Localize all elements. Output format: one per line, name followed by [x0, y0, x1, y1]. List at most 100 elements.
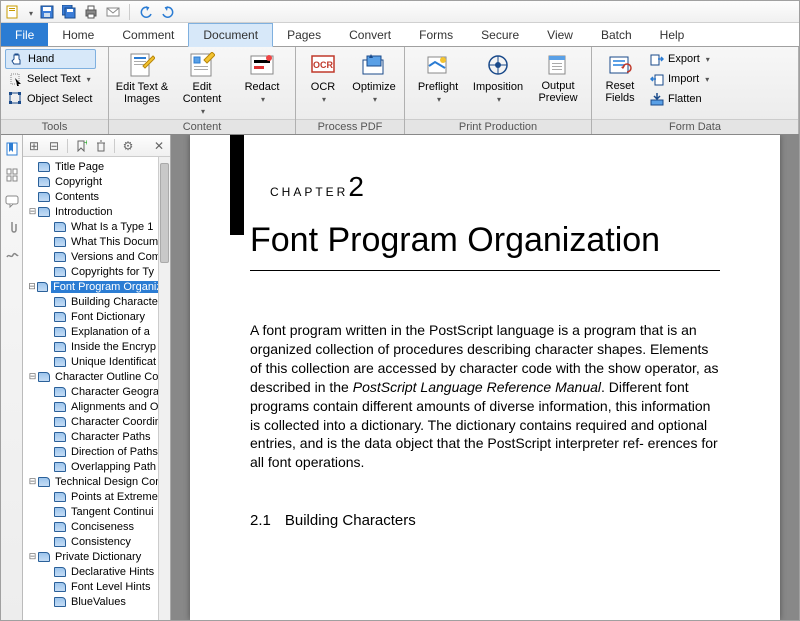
bookmarks-scroll-thumb[interactable]	[160, 163, 169, 263]
tree-twisty[interactable]: ⊟	[27, 551, 38, 562]
bookmark-item[interactable]: Alignments and O	[23, 399, 170, 414]
bookmark-item[interactable]: Direction of Paths	[23, 444, 170, 459]
collapse-all-icon[interactable]: ⊟	[47, 139, 61, 153]
new-doc-dropdown[interactable]	[27, 5, 33, 19]
tab-document[interactable]: Document	[188, 23, 273, 47]
bookmark-item[interactable]: BlueValues	[23, 594, 170, 609]
imposition-button[interactable]: Imposition	[469, 49, 527, 107]
object-select-icon	[9, 92, 23, 106]
bookmark-item[interactable]: Title Page	[23, 159, 170, 174]
undo-icon[interactable]	[138, 4, 154, 20]
tab-help[interactable]: Help	[646, 23, 699, 46]
bookmark-options-icon[interactable]: ⚙	[121, 139, 135, 153]
export-dropdown[interactable]	[704, 53, 710, 65]
optimize-dropdown[interactable]	[371, 93, 377, 105]
bookmark-item[interactable]: Tangent Continui	[23, 504, 170, 519]
ribbon-group-label-process: Process PDF	[296, 119, 404, 134]
ocr-button[interactable]: OCR OCR	[300, 49, 346, 107]
bookmark-item[interactable]: ⊟Font Program Organiza	[23, 279, 170, 294]
select-text-button[interactable]: Select Text	[5, 69, 96, 89]
preflight-dropdown[interactable]	[435, 93, 441, 105]
bookmark-item[interactable]: Declarative Hints	[23, 564, 170, 579]
bookmark-item[interactable]: Unique Identificat	[23, 354, 170, 369]
select-text-dropdown[interactable]	[85, 73, 91, 85]
document-viewport[interactable]: CHAPTER2 Font Program Organization A fon…	[171, 135, 799, 620]
reset-fields-button[interactable]: ResetFields	[596, 49, 644, 106]
bookmark-item[interactable]: Font Level Hints	[23, 579, 170, 594]
flatten-button[interactable]: Flatten	[646, 89, 714, 109]
print-icon[interactable]	[83, 4, 99, 20]
bookmark-item[interactable]: Points at Extreme	[23, 489, 170, 504]
tab-forms[interactable]: Forms	[405, 23, 467, 46]
bookmark-item[interactable]: Contents	[23, 189, 170, 204]
tab-file[interactable]: File	[1, 23, 48, 46]
tree-twisty[interactable]: ⊟	[27, 281, 37, 292]
bookmark-item[interactable]: Versions and Com	[23, 249, 170, 264]
chapter-black-bar	[230, 135, 244, 235]
redo-icon[interactable]	[160, 4, 176, 20]
new-doc-icon[interactable]	[5, 4, 21, 20]
attachments-panel-icon[interactable]	[4, 219, 20, 235]
bookmark-item[interactable]: ⊟Technical Design Cons	[23, 474, 170, 489]
tab-convert[interactable]: Convert	[335, 23, 405, 46]
tab-batch[interactable]: Batch	[587, 23, 646, 46]
bookmark-item[interactable]: What Is a Type 1	[23, 219, 170, 234]
signatures-panel-icon[interactable]	[4, 245, 20, 261]
expand-all-icon[interactable]: ⊞	[27, 139, 41, 153]
redact-dropdown[interactable]	[259, 93, 265, 105]
edit-content-dropdown[interactable]	[199, 105, 205, 117]
tab-secure[interactable]: Secure	[467, 23, 533, 46]
optimize-button[interactable]: Optimize	[348, 49, 400, 107]
bookmark-item[interactable]: What This Docum	[23, 234, 170, 249]
bookmark-item[interactable]: Inside the Encryp	[23, 339, 170, 354]
comments-panel-icon[interactable]	[4, 193, 20, 209]
bookmark-item[interactable]: Building Characte	[23, 294, 170, 309]
edit-content-button[interactable]: Edit Content	[173, 49, 231, 119]
output-preview-button[interactable]: OutputPreview	[529, 49, 587, 106]
new-bookmark-icon[interactable]: +	[74, 139, 88, 153]
thumbnails-panel-icon[interactable]	[4, 167, 20, 183]
save-icon[interactable]	[39, 4, 55, 20]
imposition-dropdown[interactable]	[495, 93, 501, 105]
delete-bookmark-icon[interactable]	[94, 139, 108, 153]
bookmark-item[interactable]: Character Paths	[23, 429, 170, 444]
hand-tool-button[interactable]: Hand	[5, 49, 96, 69]
bookmark-icon	[38, 192, 50, 202]
bookmark-item[interactable]: Explanation of a	[23, 324, 170, 339]
bookmark-item[interactable]: Overlapping Path	[23, 459, 170, 474]
object-select-button[interactable]: Object Select	[5, 89, 96, 109]
bookmark-item[interactable]: Font Dictionary	[23, 309, 170, 324]
redact-button[interactable]: Redact	[233, 49, 291, 107]
save-all-icon[interactable]	[61, 4, 77, 20]
bookmarks-panel-icon[interactable]	[4, 141, 20, 157]
bookmark-item[interactable]: Character Coordin	[23, 414, 170, 429]
tab-pages[interactable]: Pages	[273, 23, 335, 46]
mail-icon[interactable]	[105, 4, 121, 20]
ribbon-group-label-print-production: Print Production	[405, 119, 591, 134]
ribbon-group-form-data: ResetFields Export Import Flatten	[592, 47, 799, 134]
bookmark-item[interactable]: Consistency	[23, 534, 170, 549]
bookmark-item[interactable]: Copyright	[23, 174, 170, 189]
tab-view[interactable]: View	[533, 23, 587, 46]
bookmark-item[interactable]: ⊟Character Outline Con	[23, 369, 170, 384]
tree-twisty[interactable]: ⊟	[27, 371, 38, 382]
edit-text-images-button[interactable]: Edit Text & Images	[113, 49, 171, 107]
close-panel-icon[interactable]: ✕	[152, 139, 166, 153]
import-button[interactable]: Import	[646, 69, 714, 89]
bookmark-item[interactable]: Copyrights for Ty	[23, 264, 170, 279]
tree-twisty[interactable]: ⊟	[27, 476, 38, 487]
import-dropdown[interactable]	[703, 73, 709, 85]
bookmark-item[interactable]: ⊟Private Dictionary	[23, 549, 170, 564]
bookmark-item[interactable]: ⊟Introduction	[23, 204, 170, 219]
bookmark-item[interactable]: Conciseness	[23, 519, 170, 534]
tab-home[interactable]: Home	[48, 23, 108, 46]
tab-comment[interactable]: Comment	[108, 23, 188, 46]
tree-twisty[interactable]: ⊟	[27, 206, 38, 217]
bookmark-item[interactable]: Character Geogra	[23, 384, 170, 399]
bookmarks-scrollbar[interactable]	[158, 157, 170, 620]
ribbon-group-label-content: Content	[109, 119, 295, 134]
export-button[interactable]: Export	[646, 49, 714, 69]
ocr-dropdown[interactable]	[320, 93, 326, 105]
preflight-button[interactable]: Preflight	[409, 49, 467, 107]
bookmark-icon	[38, 177, 50, 187]
